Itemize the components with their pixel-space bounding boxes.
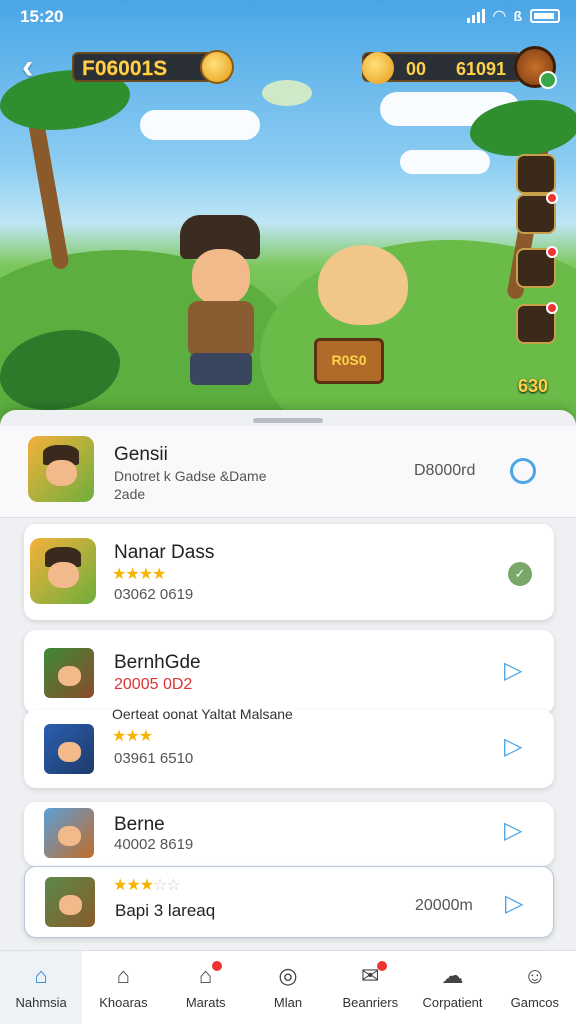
game-thumbnail [30, 538, 96, 604]
card-value: 20000m [415, 897, 473, 914]
cloud [140, 110, 260, 140]
game-thumbnail [45, 877, 95, 927]
nav-item-5[interactable]: ✉ Beanriers [329, 951, 411, 1024]
currency-b: 61091 [456, 59, 507, 79]
notification-dot [376, 961, 387, 971]
side-button-1[interactable] [516, 154, 556, 194]
battery-icon [530, 9, 560, 23]
back-button[interactable]: ‹ [22, 50, 56, 86]
currency-bar[interactable]: 00 61091 [362, 52, 522, 84]
house-icon: ⌂ [116, 963, 131, 988]
caption-text: Oerteat oonat Yaltat Malsane [112, 706, 293, 722]
rating-stars: ★★★★ [112, 566, 166, 583]
game-thumbnail [44, 724, 94, 774]
coin-icon[interactable] [200, 50, 234, 84]
list-item[interactable]: Gensii Dnotret k Gadse &Dame 2ade D8000r… [0, 426, 576, 518]
refresh-icon[interactable] [510, 458, 536, 484]
home-icon: ⌂ [34, 963, 48, 988]
signal-icon [467, 9, 486, 23]
map-icon: ◎ [278, 963, 298, 988]
item-subtitle-2: 2ade [114, 486, 146, 502]
card-subtitle: 03062 0619 [114, 586, 194, 603]
nav-label: Beanriers [342, 995, 399, 1010]
cloud-icon: ☁ [441, 963, 464, 988]
nav-item-6[interactable]: ☁ Corpatient [411, 951, 493, 1024]
list-card[interactable]: BernhGde 20005 0D2 ▷ [24, 630, 554, 714]
card-title: Bapi 3 lareaq [115, 901, 216, 920]
item-value: D8000rd [414, 462, 476, 479]
gold-coin-icon [362, 52, 394, 84]
nav-item-3[interactable]: ⌂ Marats [165, 951, 247, 1024]
bird-sprite [262, 80, 312, 106]
wifi-icon: ◠ [493, 8, 506, 25]
side-button-4[interactable] [516, 302, 558, 344]
list-card[interactable]: ★★★☆☆ Bapi 3 lareaq 20000m ▷ [24, 866, 554, 938]
play-icon[interactable]: ▷ [504, 816, 522, 845]
game-thumbnail [28, 436, 94, 502]
side-button-3[interactable] [516, 246, 558, 288]
treasure-chest[interactable]: R0S0 [314, 338, 384, 384]
status-time: 15:20 [20, 7, 64, 26]
game-title-bar: F06001S [72, 50, 234, 84]
chest-shop-button[interactable] [514, 46, 557, 89]
palm-trunk [26, 109, 70, 271]
card-title: Berne [114, 814, 165, 835]
game-thumbnail [44, 808, 94, 858]
nav-item-7[interactable]: ☺ Gamcos [494, 951, 576, 1024]
notification-badge [546, 192, 558, 204]
notification-badge [546, 246, 558, 258]
rating-stars: ★★★☆☆ [113, 877, 181, 894]
game-scene: R0S0 630 15:20 ◠ ß ‹ F06001S 00 61091 [0, 0, 576, 430]
back-arrow-icon: ‹ [22, 48, 34, 86]
hero-character [170, 215, 270, 385]
cloud [400, 150, 490, 174]
play-icon[interactable]: ▷ [505, 889, 523, 918]
nav-label: Nahmsia [15, 995, 67, 1010]
bottom-nav: ⌂ Nahmsia ⌂ Khoaras ⌂ Marats ◎ Mlan ✉ Be… [0, 950, 576, 1024]
nav-item-home[interactable]: ⌂ Nahmsia [0, 951, 83, 1024]
profile-icon: ☺ [523, 963, 547, 988]
nav-label: Gamcos [510, 995, 560, 1010]
nav-label: Corpatient [422, 995, 483, 1010]
game-thumbnail [44, 648, 94, 698]
notification-badge [546, 302, 558, 314]
play-icon[interactable]: ▷ [504, 732, 522, 761]
card-title: BernhGde [114, 652, 201, 673]
nav-label: Mlan [273, 995, 303, 1010]
card-subtitle: 03961 6510 [114, 750, 194, 767]
notification-dot [212, 961, 223, 971]
bluetooth-icon: ß [513, 8, 522, 24]
nav-item-2[interactable]: ⌂ Khoaras [82, 951, 164, 1024]
card-title: Nanar Dass [114, 542, 215, 563]
game-list-sheet: Gensii Dnotret k Gadse &Dame 2ade D8000r… [0, 410, 576, 950]
item-subtitle: Dnotret k Gadse &Dame [114, 468, 267, 484]
pet-character [318, 245, 408, 325]
corner-counter: 630 [518, 376, 549, 396]
status-bar: 15:20 ◠ ß [0, 0, 576, 34]
currency-a: 00 [406, 59, 427, 79]
nav-item-4[interactable]: ◎ Mlan [247, 951, 329, 1024]
list-card[interactable]: Berne 40002 8619 ▷ [24, 802, 554, 866]
item-title: Gensii [114, 444, 168, 465]
drag-handle[interactable] [253, 418, 323, 423]
nav-label: Khoaras [99, 995, 148, 1010]
card-subtitle: 20005 0D2 [114, 676, 193, 693]
game-title: F06001S [82, 57, 168, 80]
list-card[interactable]: Nanar Dass ★★★★ 03062 0619 ✓ [24, 524, 554, 620]
rating-stars: ★★★ [112, 728, 153, 745]
card-subtitle: 40002 8619 [114, 836, 194, 853]
play-icon[interactable]: ▷ [504, 656, 522, 685]
side-button-2[interactable] [516, 192, 558, 234]
leaf-icon[interactable]: ✓ [508, 562, 532, 586]
nav-label: Marats [185, 995, 226, 1010]
